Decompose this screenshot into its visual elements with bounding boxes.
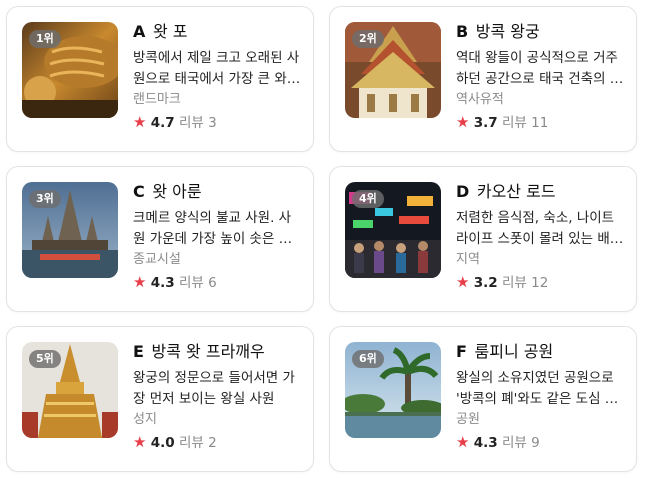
place-letter: D <box>456 182 470 201</box>
star-icon: ★ <box>456 273 470 291</box>
review-label: 리뷰 <box>178 435 204 451</box>
place-letter: A <box>133 22 146 41</box>
review-label: 리뷰 <box>501 435 527 451</box>
place-name: 방콕 왕궁 <box>475 22 540 41</box>
place-category: 공원 <box>456 412 480 427</box>
star-icon: ★ <box>133 433 147 451</box>
place-letter: E <box>133 342 144 361</box>
place-title[interactable]: A 왓 포 <box>133 21 301 43</box>
place-name: 왓 아룬 <box>152 182 202 201</box>
place-description: 역대 왕들이 공식적으로 거주하던 공간으로 태국 건축의 정수를 볼 수 있는… <box>456 50 623 87</box>
review-label: 리뷰 <box>501 115 527 131</box>
place-card[interactable]: 4위 D 카오산 로드 저렴한 음식점, 숙소, 나이트라이프 스폿이 몰려 있… <box>329 166 637 312</box>
place-title[interactable]: C 왓 아룬 <box>133 181 301 203</box>
place-photo[interactable]: 3위 <box>22 182 118 278</box>
place-rating: ★ 4.0 리뷰 2 <box>133 432 301 452</box>
rating-score: 4.3 <box>473 435 498 451</box>
place-category: 종교시설 <box>133 252 181 267</box>
rank-badge: 6위 <box>352 350 384 368</box>
place-rating: ★ 4.3 리뷰 6 <box>133 272 301 292</box>
place-photo[interactable]: 6위 <box>345 342 441 438</box>
place-category: 역사유적 <box>456 92 504 107</box>
rank-badge: 4위 <box>352 190 384 208</box>
place-photo[interactable]: 2위 <box>345 22 441 118</box>
place-rating: ★ 4.3 리뷰 9 <box>456 432 624 452</box>
rating-score: 3.2 <box>473 275 498 291</box>
review-count: 11 <box>531 115 549 131</box>
place-card[interactable]: 3위 C 왓 아룬 크메르 양식의 불교 사원. 사원 가운데 가장 높이 솟은… <box>6 166 314 312</box>
place-description: 방콕에서 제일 크고 오래된 사원으로 태국에서 가장 큰 와불이 있는 곳 <box>133 50 300 87</box>
star-icon: ★ <box>456 113 470 131</box>
review-label: 리뷰 <box>501 275 527 291</box>
place-letter: F <box>456 342 467 361</box>
place-description: 크메르 양식의 불교 사원. 사원 가운데 가장 높이 솟은 탑이 인상적인 곳 <box>133 210 292 247</box>
rank-badge: 3위 <box>29 190 61 208</box>
place-description: 왕궁의 정문으로 들어서면 가장 먼저 보이는 왕실 사원 <box>133 370 295 407</box>
place-description: 왕실의 소유지였던 공원으로 '방콕의 폐'와도 같은 도심 속 녹지 <box>456 370 618 407</box>
rating-score: 4.7 <box>150 115 175 131</box>
place-card[interactable]: 2위 B 방콕 왕궁 역대 왕들이 공식적으로 거주하던 공간으로 태국 건축의… <box>329 6 637 152</box>
place-name: 방콕 왓 프라깨우 <box>151 342 265 361</box>
place-letter: C <box>133 182 145 201</box>
place-category: 지역 <box>456 252 480 267</box>
place-description: 저렴한 음식점, 숙소, 나이트라이프 스폿이 몰려 있는 배낭여행자의 거리 <box>456 210 623 247</box>
place-title[interactable]: F 룸피니 공원 <box>456 341 624 363</box>
review-label: 리뷰 <box>178 115 204 131</box>
place-rating: ★ 3.7 리뷰 11 <box>456 112 624 132</box>
review-label: 리뷰 <box>178 275 204 291</box>
place-card[interactable]: 5위 E 방콕 왓 프라깨우 왕궁의 정문으로 들어서면 가장 먼저 보이는 왕… <box>6 326 314 472</box>
place-name: 룸피니 공원 <box>474 342 554 361</box>
place-photo[interactable]: 5위 <box>22 342 118 438</box>
review-count: 2 <box>208 435 217 451</box>
rank-badge: 1위 <box>29 30 61 48</box>
rating-score: 3.7 <box>473 115 498 131</box>
rating-score: 4.3 <box>150 275 175 291</box>
place-card[interactable]: 6위 F 룸피니 공원 왕실의 소유지였던 공원으로 '방콕의 폐'와도 같은 … <box>329 326 637 472</box>
rating-score: 4.0 <box>150 435 175 451</box>
place-category: 성지 <box>133 412 157 427</box>
rank-badge: 5위 <box>29 350 61 368</box>
place-card[interactable]: 1위 A 왓 포 방콕에서 제일 크고 오래된 사원으로 태국에서 가장 큰 와… <box>6 6 314 152</box>
star-icon: ★ <box>133 273 147 291</box>
review-count: 3 <box>208 115 217 131</box>
place-letter: B <box>456 22 469 41</box>
star-icon: ★ <box>133 113 147 131</box>
rank-badge: 2위 <box>352 30 384 48</box>
place-category: 랜드마크 <box>133 92 181 107</box>
place-list: 1위 A 왓 포 방콕에서 제일 크고 오래된 사원으로 태국에서 가장 큰 와… <box>0 0 649 478</box>
place-photo[interactable]: 1위 <box>22 22 118 118</box>
place-name: 카오산 로드 <box>476 182 556 201</box>
place-name: 왓 포 <box>152 22 188 41</box>
place-title[interactable]: E 방콕 왓 프라깨우 <box>133 341 301 363</box>
place-title[interactable]: D 카오산 로드 <box>456 181 624 203</box>
place-photo[interactable]: 4위 <box>345 182 441 278</box>
place-title[interactable]: B 방콕 왕궁 <box>456 21 624 43</box>
place-rating: ★ 4.7 리뷰 3 <box>133 112 301 132</box>
review-count: 9 <box>531 435 540 451</box>
review-count: 6 <box>208 275 217 291</box>
star-icon: ★ <box>456 433 470 451</box>
place-rating: ★ 3.2 리뷰 12 <box>456 272 624 292</box>
review-count: 12 <box>531 275 549 291</box>
